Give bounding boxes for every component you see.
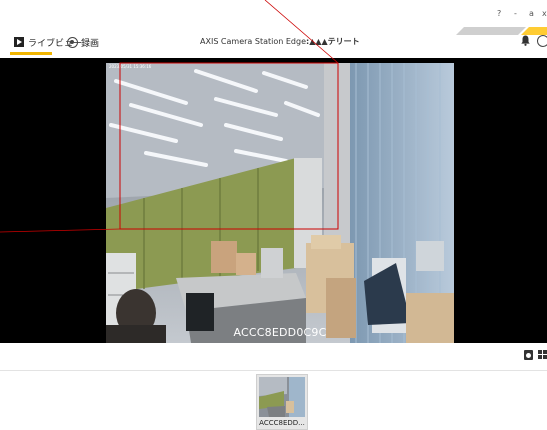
app-window: ? - a x ライブビュー 録画 AXIS Camera Station Ed… bbox=[0, 0, 547, 430]
tab-recordings[interactable]: 録画 bbox=[67, 30, 99, 54]
active-tab-indicator bbox=[10, 52, 52, 55]
camera-thumbnail-label: ACCC8EDD... bbox=[259, 419, 305, 427]
app-title-product: AXIS Camera Station Edge bbox=[200, 37, 306, 46]
camera-image bbox=[106, 63, 454, 343]
snapshot-icon[interactable] bbox=[524, 350, 533, 360]
camera-view[interactable]: 2023/05/31 15:36:16 ACCC8EDD0C9C bbox=[106, 63, 454, 343]
grid-layout-icon[interactable] bbox=[538, 350, 547, 360]
camera-thumbnail-image bbox=[259, 377, 305, 417]
camera-timestamp: 2023/05/31 15:36:16 bbox=[109, 64, 152, 69]
close-button[interactable]: x bbox=[542, 9, 547, 18]
tab-recordings-label: 録画 bbox=[81, 38, 100, 49]
lower-divider bbox=[0, 370, 547, 371]
recording-icon bbox=[67, 36, 78, 48]
app-title-site: :▲▲▲テリート bbox=[306, 37, 360, 46]
app-title: AXIS Camera Station Edge:▲▲▲テリート bbox=[200, 30, 360, 54]
video-area: 2023/05/31 15:36:16 ACCC8EDD0C9C bbox=[0, 58, 547, 343]
minimize-button[interactable]: - bbox=[514, 9, 517, 18]
help-button[interactable]: ? bbox=[497, 9, 501, 18]
play-icon bbox=[14, 37, 24, 47]
camera-thumbnail[interactable]: ACCC8EDD... bbox=[256, 374, 308, 430]
bell-icon[interactable] bbox=[521, 35, 530, 46]
user-icon[interactable] bbox=[537, 35, 547, 47]
maximize-button[interactable]: a bbox=[529, 9, 534, 18]
camera-label: ACCC8EDD0C9C bbox=[233, 326, 327, 339]
